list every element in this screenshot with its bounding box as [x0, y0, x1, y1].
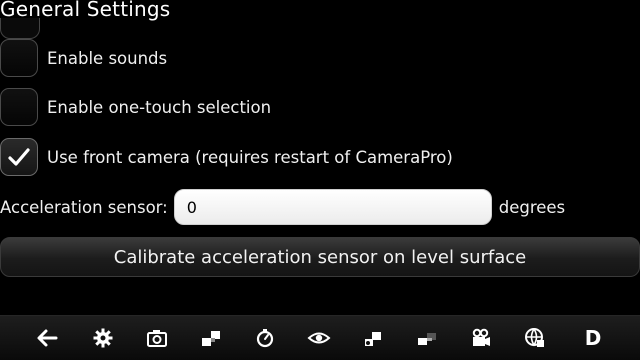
partial-checkbox-above[interactable] — [0, 18, 40, 39]
one-touch-label: Enable one-touch selection — [47, 97, 272, 117]
d-label: D — [584, 326, 602, 350]
calibrate-button[interactable]: Calibrate acceleration sensor on level s… — [0, 237, 640, 277]
eye-icon[interactable] — [306, 325, 332, 351]
exposure-icon[interactable] — [414, 325, 440, 351]
acceleration-label: Acceleration sensor: — [0, 197, 168, 217]
front-camera-label: Use front camera (requires restart of Ca… — [47, 147, 453, 167]
sounds-label: Enable sounds — [47, 48, 168, 68]
globe-icon[interactable] — [522, 325, 548, 351]
check-icon — [8, 148, 30, 166]
acceleration-row: Acceleration sensor: degrees — [0, 188, 640, 226]
effects-icon[interactable] — [360, 325, 386, 351]
flip-icon[interactable] — [198, 325, 224, 351]
camera-icon[interactable] — [144, 325, 170, 351]
sounds-row[interactable]: Enable sounds — [0, 38, 640, 78]
video-camera-icon[interactable] — [468, 325, 494, 351]
one-touch-row[interactable]: Enable one-touch selection — [0, 87, 640, 127]
bottom-toolbar: D — [0, 315, 640, 360]
timer-icon[interactable] — [252, 325, 278, 351]
gear-icon[interactable] — [90, 325, 116, 351]
one-touch-checkbox[interactable] — [0, 88, 38, 126]
front-camera-checkbox[interactable] — [0, 138, 38, 176]
sounds-checkbox[interactable] — [0, 39, 38, 77]
d-icon[interactable]: D — [580, 325, 606, 351]
front-camera-row[interactable]: Use front camera (requires restart of Ca… — [0, 137, 640, 177]
back-arrow-icon[interactable] — [34, 325, 60, 351]
acceleration-unit: degrees — [498, 197, 566, 217]
acceleration-input[interactable] — [173, 189, 492, 225]
